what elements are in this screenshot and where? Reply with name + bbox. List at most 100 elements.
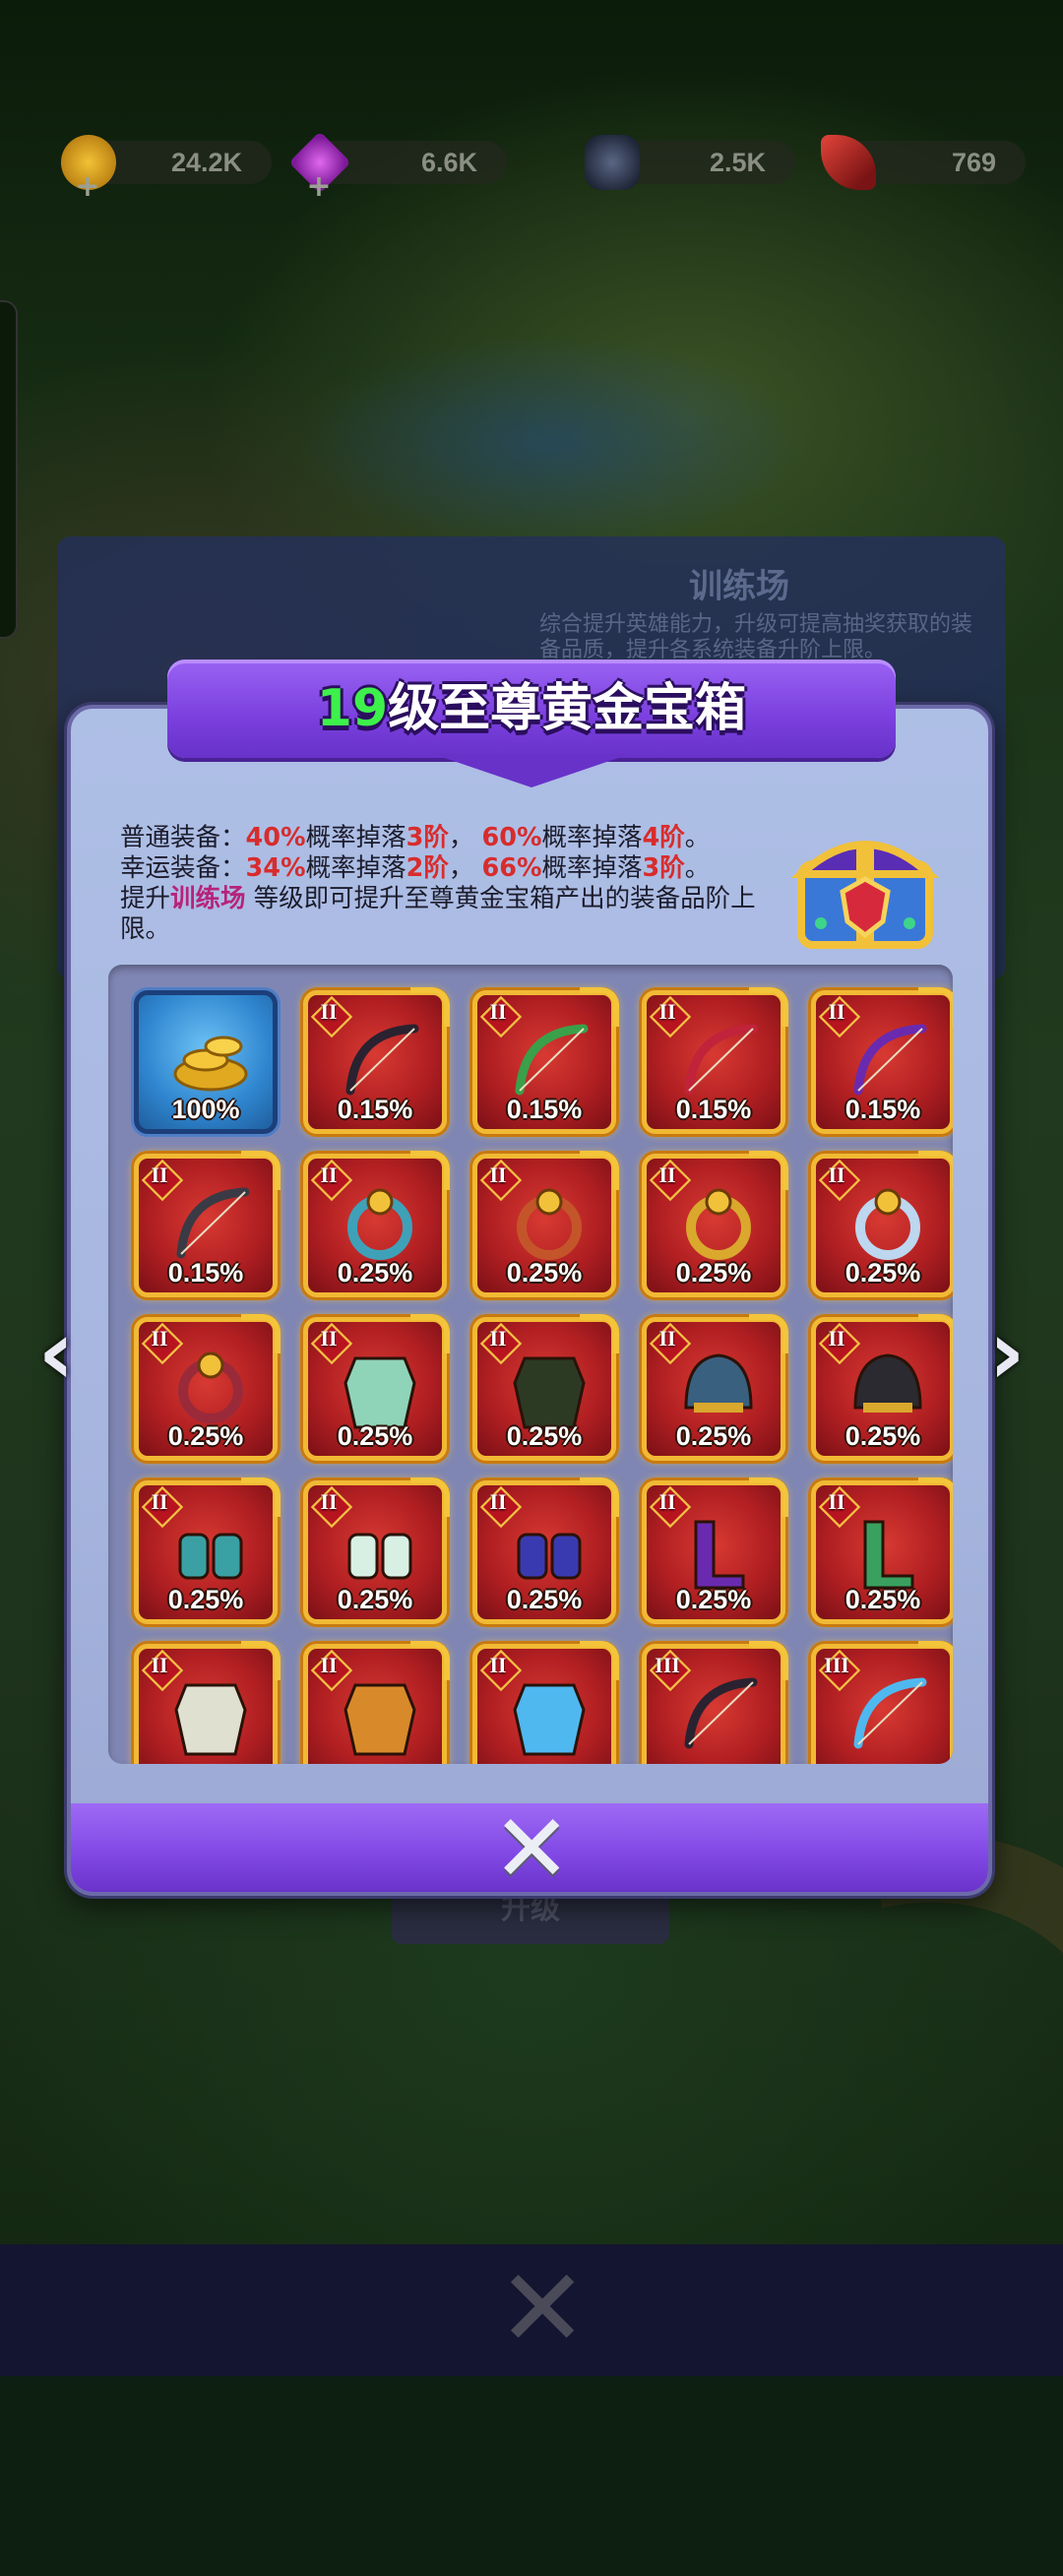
corner-decoration [241, 1314, 281, 1353]
tier-label: II [489, 1489, 507, 1514]
corner-decoration [410, 1151, 450, 1190]
chain-necklace-icon [347, 1188, 412, 1260]
corner-decoration [580, 1151, 619, 1190]
training-ground-link[interactable]: 训练场 [170, 884, 246, 913]
item-slot[interactable]: II 0.15% [811, 987, 953, 1134]
item-slot[interactable]: III [811, 1641, 953, 1764]
item-slot[interactable]: II 0.25% [303, 1151, 450, 1297]
item-slot[interactable]: II 0.25% [472, 1477, 619, 1624]
green-bow-icon [684, 1024, 758, 1096]
lucky-equipment-line: 幸运装备：34%概率掉落2阶， 66%概率掉落3阶。 [120, 853, 711, 883]
item-slot[interactable]: II 0.25% [472, 1314, 619, 1461]
chevron-right-icon[interactable]: › [982, 1309, 1032, 1398]
crystal-gauntlet-icon [517, 1533, 582, 1580]
item-slot[interactable]: II 0.25% [134, 1314, 281, 1461]
corner-decoration [580, 1641, 619, 1680]
tier-label: II [658, 1326, 676, 1351]
winged-boots-icon [863, 1520, 914, 1590]
close-button[interactable]: ✕ [492, 1801, 571, 1896]
corner-decoration [749, 987, 788, 1027]
corner-decoration [749, 1477, 788, 1517]
item-slot[interactable]: II [303, 1641, 450, 1764]
tier-label: II [828, 999, 845, 1024]
item-slot[interactable]: II 0.15% [303, 987, 450, 1134]
drop-rate-label: 0.25% [506, 1258, 583, 1288]
tier-label: III [824, 1653, 849, 1677]
item-slot[interactable]: II 0.25% [811, 1314, 953, 1461]
tier-label: II [828, 1489, 845, 1514]
item-slot[interactable]: II 0.25% [303, 1314, 450, 1461]
dark-bow-icon [515, 1024, 589, 1096]
blue-bow-icon [684, 1677, 758, 1749]
tier-label: II [489, 1326, 507, 1351]
resource-gems[interactable]: + 6.6K [288, 131, 507, 202]
red-armor-icon [344, 1356, 416, 1429]
feather-value: 769 [951, 148, 996, 177]
corner-decoration [918, 1314, 953, 1353]
tier-label: II [489, 1162, 507, 1187]
drop-rate-label: 0.25% [506, 1585, 583, 1614]
plus-icon[interactable]: + [75, 172, 100, 202]
tier-label: II [151, 1326, 168, 1351]
item-slot[interactable]: II 0.25% [642, 1151, 788, 1297]
white-legguard-icon [344, 1683, 416, 1756]
tier-label: II [828, 1162, 845, 1187]
iron-gauntlet-icon [178, 1533, 243, 1580]
orange-legguard-icon [513, 1683, 586, 1756]
close-icon: ✕ [492, 1793, 572, 1904]
corner-decoration [918, 987, 953, 1027]
drop-rate-label: 0.25% [167, 1585, 244, 1614]
tier-label: II [320, 1326, 338, 1351]
gold-value: 24.2K [170, 148, 242, 177]
item-slot[interactable]: II 0.25% [642, 1477, 788, 1624]
drop-rate-label: 100% [171, 1095, 240, 1124]
drop-rate-label: 0.25% [844, 1585, 921, 1614]
drop-rate-label: 0.25% [844, 1258, 921, 1288]
item-slot[interactable]: III [642, 1641, 788, 1764]
plus-icon[interactable]: + [306, 172, 332, 202]
corner-decoration [749, 1641, 788, 1680]
corner-decoration [410, 1477, 450, 1517]
horned-helmet-icon [853, 1353, 922, 1413]
background-panel-description: 综合提升英雄能力，升级可提高抽奖获取的装备品质，提升各系统装备升阶上限。 [539, 612, 973, 662]
jade-armor-icon [513, 1356, 586, 1429]
drop-rate-label: 0.25% [337, 1585, 413, 1614]
corner-decoration [918, 1151, 953, 1190]
item-slot[interactable]: II 0.25% [472, 1151, 619, 1297]
resource-feather: 769 [821, 135, 1026, 190]
drop-rate-label: 0.15% [337, 1095, 413, 1124]
dark-bow-icon [853, 1677, 927, 1749]
ruby-ring-icon [686, 1188, 751, 1260]
drop-rate-label: 0.25% [844, 1421, 921, 1451]
item-slot[interactable]: II [134, 1641, 281, 1764]
item-slot[interactable]: II 0.15% [134, 1151, 281, 1297]
upgrade-hint-line: 提升训练场 等级即可提升至尊黄金宝箱产出的装备品阶上限。 [120, 884, 756, 944]
item-grid[interactable]: 100% II 0.15% II 0.15% II 0.15% II 0.15% II 0.15% I… [108, 965, 953, 1764]
item-slot[interactable]: II [472, 1641, 619, 1764]
item-slot[interactable]: II 0.25% [134, 1477, 281, 1624]
resource-gold[interactable]: + 24.2K [61, 135, 272, 202]
background-river [295, 335, 807, 551]
corner-decoration [241, 1641, 281, 1680]
resource-iron: 2.5K [585, 135, 795, 190]
chevron-left-icon[interactable]: ‹ [31, 1309, 81, 1398]
tier-label: II [828, 1326, 845, 1351]
crimson-bow-icon [853, 1024, 927, 1096]
drop-rate-label: 0.25% [167, 1421, 244, 1451]
drop-rate-label: 0.15% [506, 1095, 583, 1124]
item-slot[interactable]: II 0.25% [303, 1477, 450, 1624]
drop-rate-label: 0.25% [675, 1421, 752, 1451]
corner-decoration [580, 1314, 619, 1353]
item-slot[interactable]: II 0.25% [642, 1314, 788, 1461]
tier-label: II [320, 1653, 338, 1677]
corner-decoration [241, 1477, 281, 1517]
item-slot[interactable]: II 0.25% [811, 1151, 953, 1297]
tier-label: II [658, 1162, 676, 1187]
drop-rate-label: 0.25% [337, 1258, 413, 1288]
item-slot[interactable]: II 0.25% [811, 1477, 953, 1624]
purple-bow-icon [176, 1187, 250, 1259]
corner-decoration [410, 1641, 450, 1680]
item-slot[interactable]: 100% [134, 990, 278, 1134]
item-slot[interactable]: II 0.15% [642, 987, 788, 1134]
item-slot[interactable]: II 0.15% [472, 987, 619, 1134]
